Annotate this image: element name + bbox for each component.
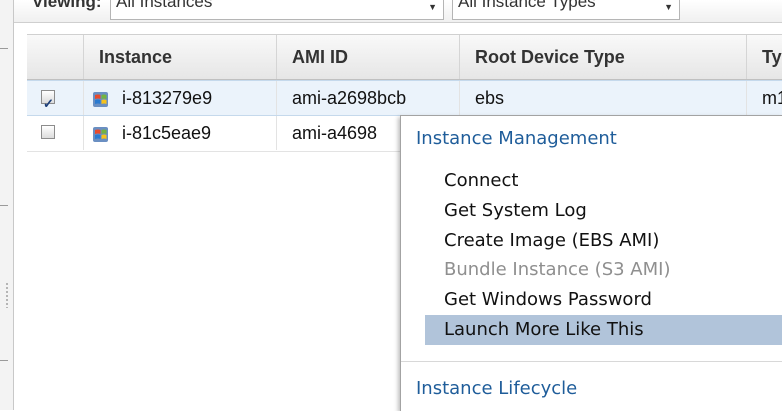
row-checkbox[interactable]: [41, 125, 55, 139]
viewing-label: Viewing:: [32, 0, 102, 11]
menu-item-connect[interactable]: Connect: [425, 166, 518, 196]
menu-item-create-image[interactable]: Create Image (EBS AMI): [425, 226, 659, 256]
instance-id: i-813279e9: [122, 88, 213, 108]
row-checkbox[interactable]: ✓: [41, 90, 55, 111]
chevron-down-icon: ▼: [664, 2, 673, 12]
column-header-root-device-type[interactable]: Root Device Type: [460, 35, 747, 79]
row-select-cell: ✓: [27, 81, 84, 115]
viewing-toolbar: Viewing: All Instances ▼ All Instance Ty…: [14, 0, 782, 23]
menu-group-title-instance-lifecycle: Instance Lifecycle: [416, 378, 578, 399]
gutter-tick: [0, 205, 8, 206]
instance-types-filter-value: All Instance Types: [458, 0, 596, 11]
menu-item-get-system-log[interactable]: Get System Log: [425, 196, 587, 226]
gutter-tick: [0, 360, 8, 361]
menu-group-title-instance-management: Instance Management: [416, 128, 617, 149]
instance-id-cell: i-813279e9: [84, 81, 277, 115]
instance-id-cell: i-81c5eae9: [84, 116, 277, 150]
ami-id-cell: ami-a2698bcb: [277, 81, 460, 115]
menu-item-get-windows-password[interactable]: Get Windows Password: [425, 285, 652, 315]
instances-filter-value: All Instances: [116, 0, 213, 11]
column-header-type[interactable]: Typ: [747, 35, 782, 79]
root-device-cell: ebs: [460, 81, 747, 115]
instance-types-filter-select[interactable]: All Instance Types ▼: [452, 0, 680, 20]
menu-item-launch-more-like-this[interactable]: Launch More Like This: [425, 315, 782, 345]
instances-filter-select[interactable]: All Instances ▼: [110, 0, 444, 20]
splitter-grip-icon[interactable]: [6, 282, 8, 308]
menu-divider: [401, 361, 782, 362]
table-row[interactable]: ✓ i-813279e9 ami-a2698bcb ebs m1.: [27, 80, 782, 116]
select-all-column[interactable]: [27, 35, 84, 79]
instance-context-menu: Instance Management Connect Get System L…: [400, 115, 782, 411]
chevron-down-icon: ▼: [428, 2, 437, 12]
splitter-gutter[interactable]: [0, 0, 14, 410]
windows-instance-icon: [93, 92, 108, 107]
table-header: Instance AMI ID Root Device Type Typ: [27, 34, 782, 80]
row-select-cell: [27, 116, 84, 150]
column-header-ami-id[interactable]: AMI ID: [277, 35, 460, 79]
windows-instance-icon: [93, 127, 108, 142]
column-header-instance[interactable]: Instance: [84, 35, 277, 79]
check-icon: ✓: [43, 96, 54, 111]
instance-id: i-81c5eae9: [122, 123, 212, 143]
type-cell: m1.: [762, 88, 782, 108]
gutter-tick: [0, 48, 8, 49]
menu-item-bundle-instance: Bundle Instance (S3 AMI): [444, 259, 671, 280]
